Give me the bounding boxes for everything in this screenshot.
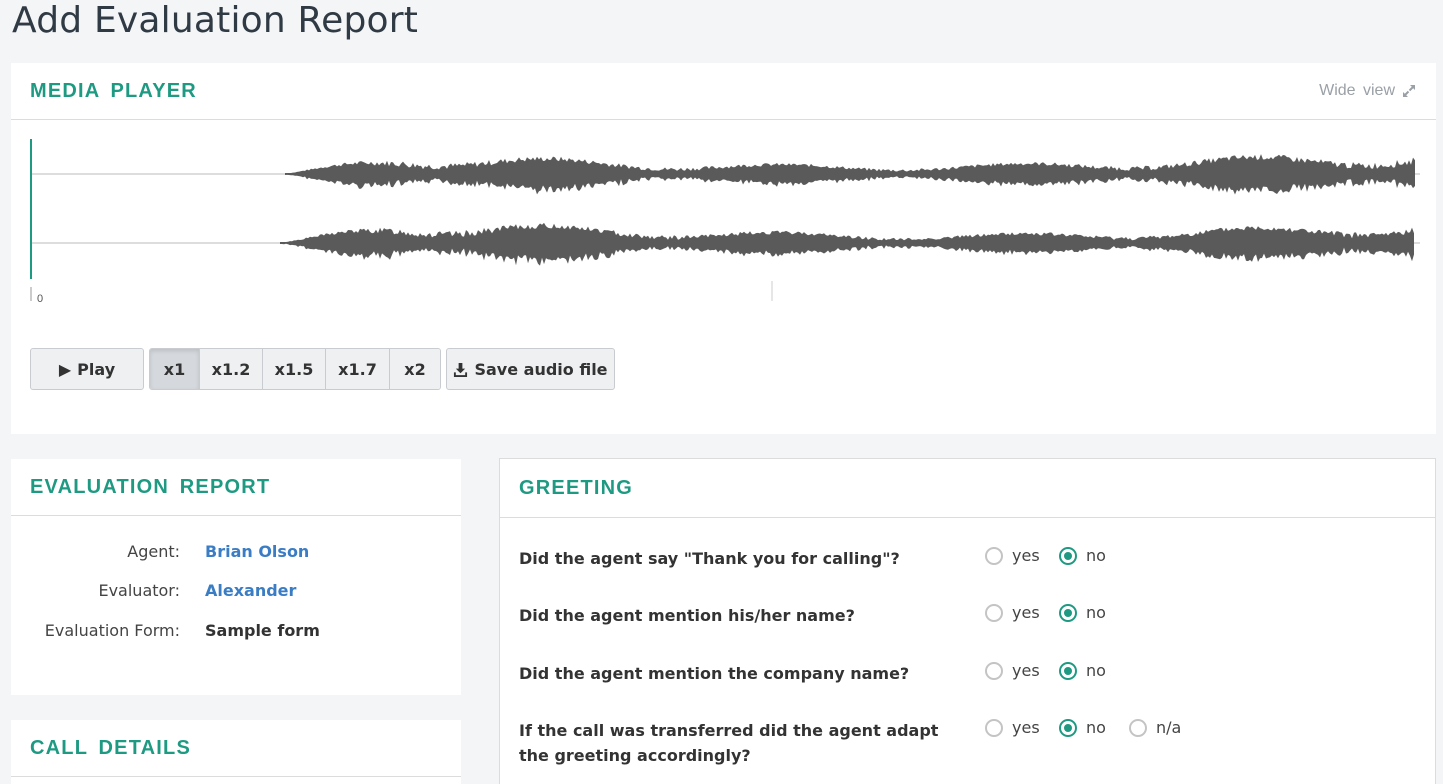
play-icon: ▶ (58, 359, 72, 379)
option-no[interactable]: no (1059, 603, 1106, 622)
call-details-header: CALL DETAILS (11, 720, 461, 777)
option-na[interactable]: n/a (1129, 718, 1181, 737)
evaluation-form-label: Evaluation Form: (44, 621, 180, 640)
radio-no[interactable] (1059, 718, 1077, 737)
radio-no[interactable] (1059, 603, 1077, 622)
player-controls: ▶ Play x1 x1.2 x1.5 x1.7 x2 Save audio f… (30, 348, 615, 390)
question-text: Did the agent say "Thank you for calling… (519, 549, 900, 568)
question-text: Did the agent mention his/her name? (519, 606, 855, 625)
speed-x1-2-button[interactable]: x1.2 (200, 349, 263, 389)
play-label: Play (77, 359, 116, 379)
radio-yes[interactable] (985, 718, 1003, 737)
question-text: Did the agent mention the company name? (519, 664, 910, 683)
speed-x1-button[interactable]: x1 (150, 349, 200, 389)
evaluation-report-header: EVALUATION REPORT (11, 459, 461, 516)
option-label: yes (1012, 546, 1040, 565)
speed-x1-5-button[interactable]: x1.5 (263, 349, 326, 389)
call-details-title: CALL DETAILS (30, 736, 191, 759)
option-yes[interactable]: yes (985, 603, 1040, 622)
evaluation-report-title: EVALUATION REPORT (30, 475, 271, 498)
evaluator-link[interactable]: Alexander (205, 581, 296, 600)
option-label: yes (1012, 661, 1040, 680)
timeline-start-label: 0 (37, 293, 44, 305)
option-label: yes (1012, 718, 1040, 737)
wide-view-button[interactable]: Wide view (1319, 82, 1417, 100)
download-icon (454, 362, 468, 377)
speed-x2-button[interactable]: x2 (390, 349, 440, 389)
option-no[interactable]: no (1059, 546, 1106, 565)
option-yes[interactable]: yes (985, 718, 1040, 737)
media-player-title: MEDIA PLAYER (30, 79, 197, 102)
speed-selector: x1 x1.2 x1.5 x1.7 x2 (149, 348, 441, 390)
question-text: If the call was transferred did the agen… (519, 721, 939, 765)
option-label: no (1086, 546, 1106, 565)
save-audio-button[interactable]: Save audio file (446, 348, 615, 390)
radio-yes[interactable] (985, 546, 1003, 565)
greeting-panel: GREETING Did the agent say "Thank you fo… (499, 458, 1436, 784)
option-yes[interactable]: yes (985, 661, 1040, 680)
save-audio-label: Save audio file (474, 359, 608, 379)
option-label: no (1086, 661, 1106, 680)
evaluator-label: Evaluator: (98, 581, 180, 600)
media-player-header: MEDIA PLAYER Wide view (11, 63, 1436, 120)
greeting-title: GREETING (519, 476, 634, 499)
option-yes[interactable]: yes (985, 546, 1040, 565)
media-player-panel: MEDIA PLAYER Wide view 0 ▶ Play x1 x1.2 … (11, 63, 1436, 434)
option-label: no (1086, 603, 1106, 622)
agent-link[interactable]: Brian Olson (205, 542, 309, 561)
radio-yes[interactable] (985, 603, 1003, 622)
greeting-header: GREETING (500, 459, 1435, 518)
evaluation-form-value: Sample form (205, 621, 320, 640)
audio-waveform[interactable] (30, 139, 1420, 307)
option-no[interactable]: no (1059, 661, 1106, 680)
option-no[interactable]: no (1059, 718, 1106, 737)
radio-yes[interactable] (985, 661, 1003, 680)
option-label: no (1086, 718, 1106, 737)
option-label: yes (1012, 603, 1040, 622)
radio-no[interactable] (1059, 546, 1077, 565)
evaluation-report-panel: EVALUATION REPORT Agent: Brian Olson Eva… (11, 459, 461, 695)
wide-view-label: Wide view (1319, 82, 1395, 99)
channel-2-wave (280, 222, 1414, 266)
play-button[interactable]: ▶ Play (30, 348, 144, 390)
radio-no[interactable] (1059, 661, 1077, 680)
expand-icon (1403, 85, 1415, 97)
speed-x1-7-button[interactable]: x1.7 (326, 349, 390, 389)
page-title: Add Evaluation Report (12, 0, 419, 41)
radio-na[interactable] (1129, 718, 1147, 737)
agent-label: Agent: (127, 542, 180, 561)
call-details-panel: CALL DETAILS (11, 720, 461, 784)
channel-1-wave (285, 154, 1415, 195)
option-label: n/a (1156, 718, 1182, 737)
